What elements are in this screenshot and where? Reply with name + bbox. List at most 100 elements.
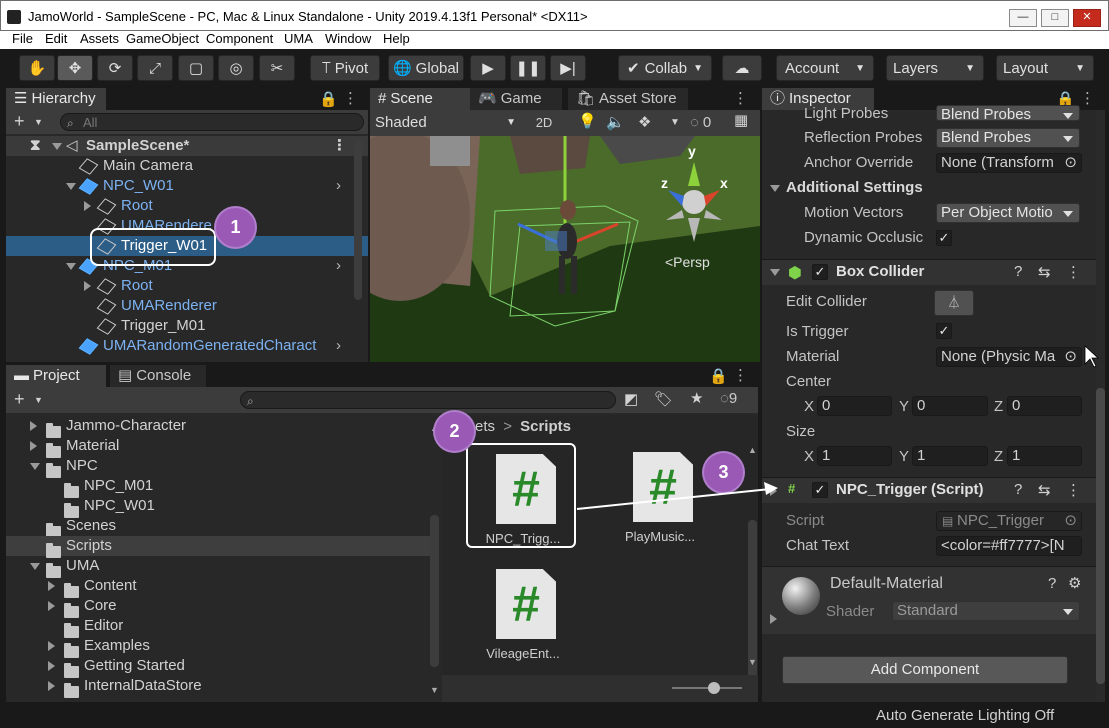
center-z-input[interactable]: 0 — [1007, 396, 1082, 416]
chevron-down-icon[interactable] — [30, 563, 40, 570]
object-picker-icon[interactable]: ⊙ — [1064, 154, 1077, 172]
chevron-right-icon[interactable] — [84, 201, 91, 211]
hierarchy-item[interactable]: Main Camera — [6, 156, 368, 176]
physic-material-field[interactable]: None (Physic Ma ⊙ — [936, 347, 1082, 367]
size-z-input[interactable]: 1 — [1007, 446, 1082, 466]
folder-item[interactable]: Core — [6, 596, 432, 619]
breadcrumb-scripts[interactable]: Scripts — [520, 418, 571, 435]
hierarchy-search-input[interactable]: ⌕ All — [60, 113, 364, 131]
lightbulb-icon[interactable]: 💡 — [578, 112, 597, 130]
menu-gameobject[interactable]: GameObject — [126, 31, 199, 46]
folder-item[interactable]: UMA — [6, 556, 432, 579]
kebab-menu-icon[interactable]: ⋮ — [332, 136, 347, 156]
shading-mode-dropdown[interactable]: Shaded ▼ — [372, 113, 522, 133]
chevron-right-icon[interactable] — [770, 486, 777, 496]
cloud-button[interactable]: ☁ — [722, 55, 762, 81]
menu-help[interactable]: Help — [383, 31, 410, 46]
menu-assets[interactable]: Assets — [80, 31, 119, 46]
transform-tool-icon[interactable]: ◎ — [218, 55, 254, 81]
size-y-input[interactable]: 1 — [912, 446, 988, 466]
lock-icon[interactable]: 🔒 — [319, 90, 338, 108]
edit-collider-button[interactable]: ⏃ — [934, 290, 974, 316]
close-button[interactable]: ✕ — [1073, 9, 1101, 27]
hierarchy-item[interactable]: UMARenderer — [6, 296, 368, 316]
folder-item[interactable]: NPC — [6, 456, 432, 479]
chevron-right-icon[interactable] — [84, 281, 91, 291]
hidden-packages-toggle[interactable]: ◌9 — [720, 390, 737, 407]
add-component-button[interactable]: Add Component — [782, 656, 1068, 684]
2d-toggle[interactable]: 2D — [530, 113, 558, 133]
chevron-down-icon[interactable]: ▼ — [34, 395, 43, 405]
scale-tool-icon[interactable]: ⤢ — [137, 55, 173, 81]
create-plus-icon[interactable]: + — [14, 389, 25, 410]
folder-item[interactable]: NPC_M01 — [6, 476, 432, 499]
gear-icon[interactable]: ⚙ — [1068, 574, 1081, 592]
collab-dropdown[interactable]: ✔ Collab ▼ — [618, 55, 712, 81]
inspector-scrollbar[interactable] — [1096, 388, 1105, 684]
icon-size-slider-thumb[interactable] — [708, 682, 720, 694]
folder-item[interactable]: Scripts — [6, 536, 432, 559]
folder-item[interactable]: NPC_W01 — [6, 496, 432, 519]
shader-dropdown[interactable]: Standard — [892, 601, 1080, 621]
grid-snap-icon[interactable]: ▦ — [734, 111, 748, 129]
chevron-down-icon[interactable] — [66, 183, 76, 190]
asset-play-music[interactable]: # PlayMusic... — [605, 443, 715, 548]
menu-component[interactable]: Component — [206, 31, 273, 46]
lock-icon[interactable]: 🔒 — [709, 367, 728, 385]
pivot-toggle[interactable]: ⟙ Pivot — [310, 55, 380, 81]
kebab-menu-icon[interactable]: ⋮ — [343, 89, 358, 107]
hierarchy-scrollbar[interactable] — [354, 140, 362, 300]
rect-tool-icon[interactable]: ▢ — [178, 55, 214, 81]
chevron-right-icon[interactable] — [48, 581, 55, 591]
layers-dropdown[interactable]: Layers ▼ — [886, 55, 984, 81]
tree-scrollbar[interactable] — [430, 515, 439, 667]
material-section[interactable]: Default-Material ? ⚙ Shader Standard — [762, 566, 1096, 634]
chevron-right-icon[interactable] — [48, 661, 55, 671]
additional-settings-foldout[interactable]: Additional Settings — [770, 179, 923, 196]
chevron-down-icon[interactable] — [30, 463, 40, 470]
hand-tool-icon[interactable]: ✋ — [19, 55, 55, 81]
menu-file[interactable]: File — [12, 31, 33, 46]
object-picker-icon[interactable]: ⊙ — [1064, 348, 1077, 366]
lighting-status[interactable]: Auto Generate Lighting Off — [876, 707, 1054, 724]
play-button[interactable]: ▶ — [470, 55, 506, 81]
light-probes-dropdown[interactable]: Blend Probes — [936, 105, 1080, 121]
favorites-star-icon[interactable]: ★ — [690, 389, 703, 407]
dynamic-occlusion-checkbox[interactable]: ✓ — [936, 230, 952, 246]
folder-item[interactable]: Getting Started — [6, 656, 432, 679]
chevron-right-icon[interactable]: › — [336, 336, 341, 356]
box-collider-header[interactable]: ⬢ ✓ Box Collider ? ⇆ ⋮ — [762, 259, 1105, 285]
chevron-right-icon[interactable] — [48, 601, 55, 611]
kebab-menu-icon[interactable]: ⋮ — [1066, 263, 1081, 281]
audio-icon[interactable]: 🔈 — [606, 113, 625, 131]
folder-item[interactable]: Material — [6, 436, 432, 459]
folder-item[interactable]: Editor — [6, 616, 432, 639]
kebab-menu-icon[interactable]: ⋮ — [1080, 89, 1095, 107]
minimize-button[interactable]: — — [1009, 9, 1037, 27]
effects-icon[interactable]: ❖ — [638, 113, 651, 131]
menu-window[interactable]: Window — [325, 31, 371, 46]
kebab-menu-icon[interactable]: ⋮ — [1066, 481, 1081, 499]
maximize-button[interactable]: □ — [1041, 9, 1069, 27]
asset-npc-trigger[interactable]: # NPC_Trigg... — [466, 443, 576, 548]
center-x-input[interactable]: 0 — [817, 396, 892, 416]
move-tool-icon[interactable]: ✥ — [57, 55, 93, 81]
npc-trigger-header[interactable]: # ✓ NPC_Trigger (Script) ? ⇆ ⋮ — [762, 477, 1105, 503]
step-button[interactable]: ▶| — [550, 55, 586, 81]
chevron-right-icon[interactable] — [30, 441, 37, 451]
kebab-menu-icon[interactable]: ⋮ — [733, 89, 748, 107]
reflection-probes-dropdown[interactable]: Blend Probes — [936, 128, 1080, 148]
chevron-right-icon[interactable] — [770, 614, 777, 624]
kebab-menu-icon[interactable]: ⋮ — [733, 366, 748, 384]
scene-viewport[interactable]: y x z <Persp — [370, 136, 760, 362]
chevron-down-icon[interactable] — [66, 263, 76, 270]
chevron-right-icon[interactable]: › — [336, 256, 341, 276]
menu-uma[interactable]: UMA — [284, 31, 313, 46]
help-icon[interactable]: ? — [1014, 263, 1022, 280]
folder-item[interactable]: Scenes — [6, 516, 432, 539]
chevron-right-icon[interactable] — [30, 421, 37, 431]
folder-item[interactable]: Examples — [6, 636, 432, 659]
hierarchy-item[interactable]: Trigger_M01 — [6, 316, 368, 336]
asset-scrollbar[interactable] — [748, 520, 757, 680]
layout-dropdown[interactable]: Layout ▼ — [996, 55, 1094, 81]
